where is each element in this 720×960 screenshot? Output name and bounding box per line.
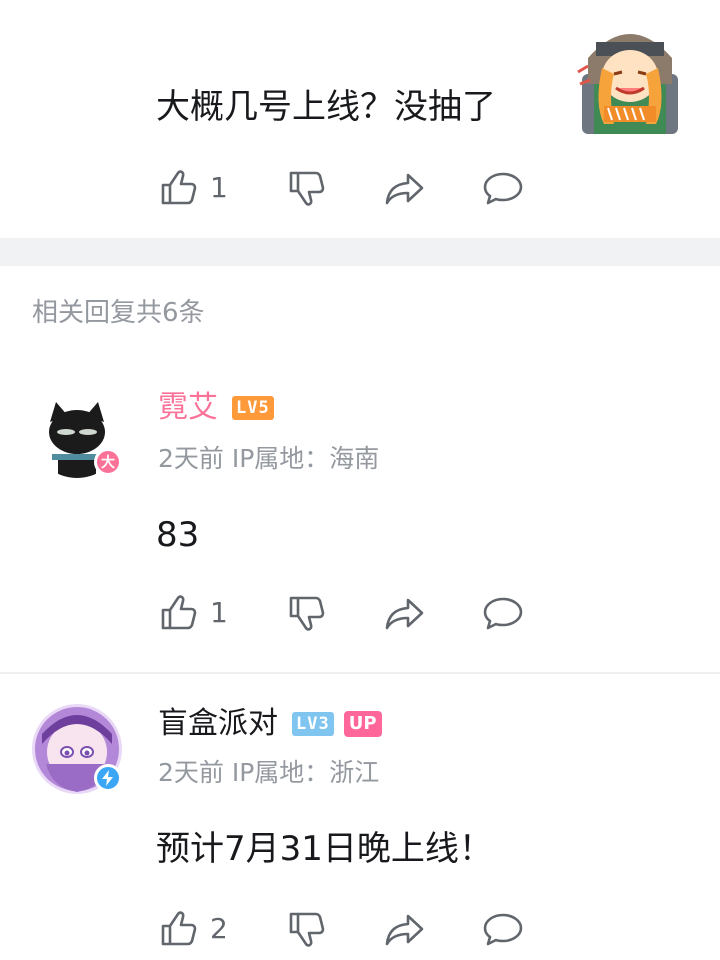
- comment-bubble-icon: [483, 172, 523, 205]
- like-button[interactable]: 2: [156, 904, 228, 954]
- share-button[interactable]: [382, 588, 428, 638]
- vip-da-badge: 大: [94, 448, 122, 476]
- comment-bubble-icon: [483, 597, 523, 630]
- thumb-down-icon: [289, 596, 325, 631]
- parent-comment: 大概几号上线？没抽了 1: [0, 0, 720, 238]
- comment-bubble-icon: [483, 913, 523, 946]
- reply-button[interactable]: [480, 904, 526, 954]
- up-badge: UP: [343, 711, 382, 737]
- like-button[interactable]: 1: [156, 163, 228, 213]
- avatar[interactable]: [32, 704, 122, 794]
- reply-button[interactable]: [480, 163, 526, 213]
- reply-actions: 1: [156, 588, 576, 638]
- thumb-up-icon: [161, 911, 197, 946]
- reply-author-row: 盲盒派对 LV3 UP: [158, 704, 382, 744]
- like-count: 1: [210, 171, 228, 204]
- reply-content: 预计7月31日晚上线！: [156, 829, 493, 869]
- reply-author-row: 霓艾 LV5: [158, 388, 274, 428]
- share-arrow-icon: [385, 173, 424, 205]
- username[interactable]: 霓艾: [158, 388, 218, 428]
- level-badge: LV3: [292, 712, 334, 736]
- girl-crying-sticker: [574, 14, 686, 136]
- parent-comment-text: 大概几号上线？没抽了: [156, 87, 496, 127]
- share-button[interactable]: [382, 904, 428, 954]
- avatar[interactable]: 大: [32, 388, 122, 478]
- level-badge: LV5: [232, 396, 274, 420]
- thumb-up-icon: [161, 170, 197, 205]
- reply-divider: [0, 672, 720, 674]
- reply-item: 盲盒派对 LV3 UP 2天前 IP属地：浙江 预计7月31日晚上线！ 2: [0, 696, 720, 960]
- reply-actions: 2: [156, 904, 576, 954]
- reply-meta: 2天前 IP属地：浙江: [158, 758, 380, 787]
- username[interactable]: 盲盒派对: [158, 704, 278, 744]
- reply-meta: 2天前 IP属地：海南: [158, 444, 380, 473]
- reply-count-header: 相关回复共6条: [32, 298, 205, 328]
- dislike-button[interactable]: [284, 163, 330, 213]
- reply-content: 83: [156, 515, 200, 555]
- like-count: 1: [210, 596, 228, 629]
- parent-comment-actions: 1: [156, 163, 576, 213]
- like-count: 2: [210, 912, 228, 945]
- thumb-up-icon: [161, 595, 197, 630]
- section-divider: [0, 238, 720, 266]
- reply-button[interactable]: [480, 588, 526, 638]
- thumb-down-icon: [289, 912, 325, 947]
- comment-thread-page: 大概几号上线？没抽了 1 相关回复共6条 大 霓艾 LV5 2天前 IP属地：海…: [0, 0, 720, 960]
- dislike-button[interactable]: [284, 588, 330, 638]
- thumb-down-icon: [289, 171, 325, 206]
- share-arrow-icon: [385, 914, 424, 946]
- lightning-verified-badge: [94, 764, 122, 792]
- like-button[interactable]: 1: [156, 588, 228, 638]
- reply-item: 大 霓艾 LV5 2天前 IP属地：海南 83 1: [0, 380, 720, 672]
- dislike-button[interactable]: [284, 904, 330, 954]
- share-arrow-icon: [385, 598, 424, 630]
- share-button[interactable]: [382, 163, 428, 213]
